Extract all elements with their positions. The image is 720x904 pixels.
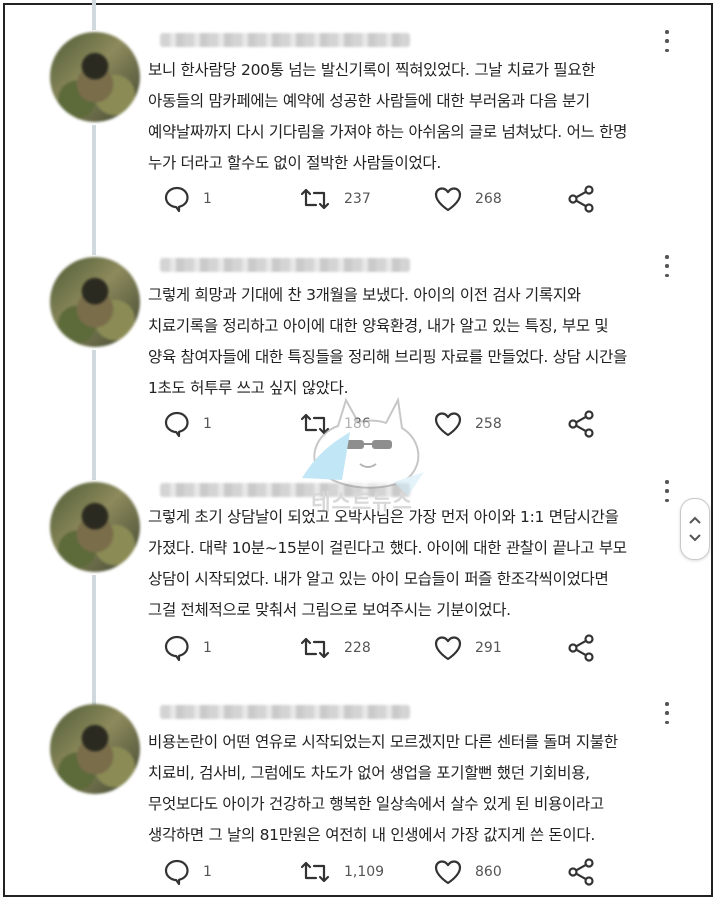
heart-icon — [434, 412, 462, 437]
share-icon — [568, 634, 594, 662]
share-button[interactable] — [567, 184, 597, 214]
reply-count: 1 — [203, 191, 212, 207]
avatar[interactable] — [50, 257, 140, 347]
blurred-username[interactable] — [160, 258, 410, 272]
tweet-text: 보니 한사람당 200통 넘는 발신기록이 찍혀있었다. 그날 치료가 필요한 … — [148, 61, 628, 172]
share-button[interactable] — [567, 857, 597, 887]
blurred-username[interactable] — [160, 705, 410, 719]
like-count: 258 — [475, 416, 502, 432]
tweet-text: 비용논란이 어떤 연유로 시작되었는지 모르겠지만 다른 센터를 돌며 지불한 … — [148, 733, 618, 844]
speech-bubble-icon — [164, 411, 189, 438]
tweet-text: 그렇게 초기 상담날이 되었고 오박사님은 가장 먼저 아이와 1:1 면담시간… — [148, 508, 627, 619]
retweet-button[interactable]: 228 — [298, 633, 371, 663]
share-button[interactable] — [567, 409, 597, 439]
avatar[interactable] — [50, 482, 140, 572]
share-icon — [568, 410, 594, 438]
watermark-text: 테스트뉴스 — [311, 490, 413, 514]
chevron-down-icon[interactable] — [689, 534, 701, 542]
like-button[interactable]: 860 — [433, 857, 502, 887]
heart-icon — [434, 187, 462, 212]
like-button[interactable]: 258 — [433, 409, 502, 439]
retweet-count: 228 — [344, 640, 371, 656]
retweet-button[interactable]: 1,109 — [298, 857, 384, 887]
like-count: 291 — [475, 640, 502, 656]
speech-bubble-icon — [164, 859, 189, 886]
reply-button[interactable]: 1 — [163, 857, 212, 887]
speech-bubble-icon — [164, 186, 189, 213]
tweet-actions: 1 228 291 — [0, 633, 720, 663]
tweet-actions: 1 237 268 — [0, 184, 720, 214]
reply-button[interactable]: 1 — [163, 184, 212, 214]
more-vertical-icon[interactable] — [663, 255, 671, 277]
avatar[interactable] — [50, 704, 140, 794]
retweet-count: 237 — [344, 191, 371, 207]
blurred-username[interactable] — [160, 33, 410, 47]
retweet-button[interactable]: 237 — [298, 184, 371, 214]
share-icon — [568, 185, 594, 213]
like-count: 268 — [475, 191, 502, 207]
more-vertical-icon[interactable] — [663, 702, 671, 724]
heart-icon — [434, 636, 462, 661]
chevron-up-icon[interactable] — [689, 516, 701, 524]
reply-button[interactable]: 1 — [163, 633, 212, 663]
reply-button[interactable]: 1 — [163, 409, 212, 439]
retweet-icon — [300, 188, 330, 210]
more-vertical-icon[interactable] — [663, 30, 671, 52]
scroll-arrows-icon[interactable] — [680, 498, 710, 560]
heart-icon — [434, 860, 462, 885]
retweet-count: 1,109 — [344, 864, 385, 880]
like-button[interactable]: 268 — [433, 184, 502, 214]
speech-bubble-icon — [164, 635, 189, 662]
retweet-icon — [300, 637, 330, 659]
like-button[interactable]: 291 — [433, 633, 502, 663]
reply-count: 1 — [203, 864, 212, 880]
share-button[interactable] — [567, 633, 597, 663]
tweet-actions: 1 1,109 860 — [0, 857, 720, 887]
reply-count: 1 — [203, 640, 212, 656]
tweet-text: 그렇게 희망과 기대에 찬 3개월을 보냈다. 아이의 이전 검사 기록지와 치… — [148, 286, 628, 397]
reply-count: 1 — [203, 416, 212, 432]
share-icon — [568, 858, 594, 886]
avatar[interactable] — [50, 32, 140, 122]
like-count: 860 — [475, 864, 502, 880]
thread-connector — [92, 0, 96, 30]
more-vertical-icon[interactable] — [663, 480, 671, 502]
retweet-icon — [300, 861, 330, 883]
